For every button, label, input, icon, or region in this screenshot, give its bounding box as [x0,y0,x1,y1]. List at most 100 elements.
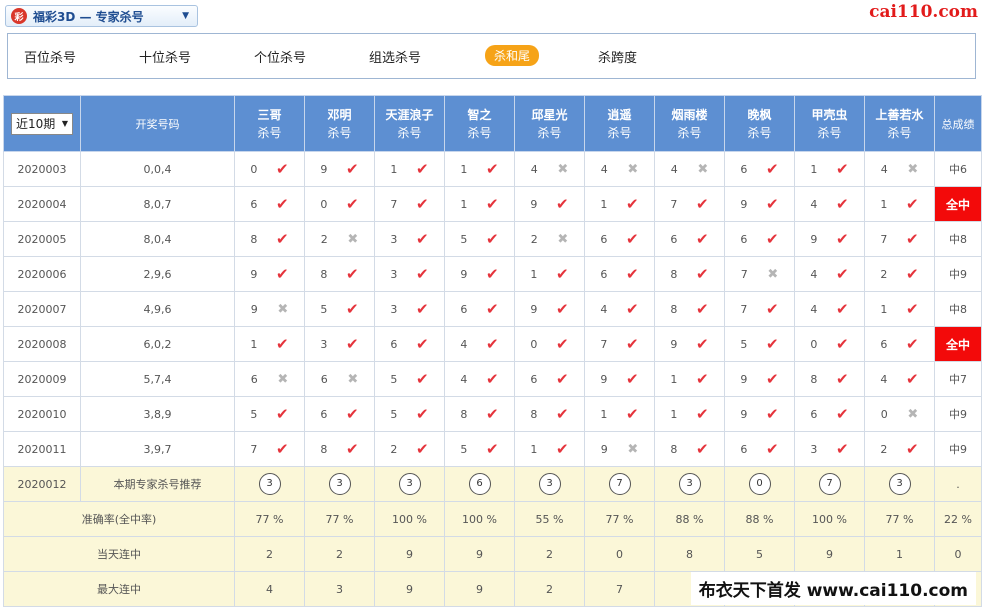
expert-name[interactable]: 三哥 [235,106,304,123]
kill-number: 6 [390,337,398,351]
kill-cell: 3 ✔ [374,221,445,257]
check-icon: ✔ [836,440,849,458]
recommend-cell: 3 [654,466,725,502]
kill-number: 1 [810,162,818,176]
kill-number: 8 [460,407,468,421]
kill-cell: 9 ✔ [584,361,655,397]
expert-header[interactable]: 邱星光 杀号 [514,95,585,152]
kill-cell: 5 ✔ [444,431,515,467]
check-icon: ✔ [766,335,779,353]
expert-sub-label: 杀号 [257,126,282,140]
recommend-number: 3 [398,473,421,495]
kill-cell: 2 ✖ [304,221,375,257]
expert-name[interactable]: 甲壳虫 [795,106,864,123]
expert-name[interactable]: 智之 [445,106,514,123]
tab-hundreds[interactable]: 百位杀号 [24,47,76,66]
kill-number: 4 [810,197,818,211]
check-icon: ✔ [416,405,429,423]
expert-header[interactable]: 三哥 杀号 [234,95,305,152]
table-row: 2020008 6,0,2 1 ✔ 3 ✔ 6 ✔ 4 ✔ 0 ✔ 7 ✔ 9 ✔ 5 ✔ 0 ✔ 6 ✔ 全中 [3,326,982,362]
expert-name[interactable]: 晚枫 [725,106,794,123]
expert-name[interactable]: 天涯浪子 [375,106,444,123]
expert-name[interactable]: 上善若水 [865,106,934,123]
kill-number: 8 [320,267,328,281]
kill-cell: 4 ✔ [584,291,655,327]
kill-number: 8 [810,372,818,386]
tab-units[interactable]: 个位杀号 [254,47,306,66]
kill-number: 1 [880,197,888,211]
kill-number: 1 [670,407,678,421]
site-logo[interactable]: cai110.com [869,2,978,22]
expert-name[interactable]: 邓明 [305,106,374,123]
period-select-value: 近10期 [16,117,56,131]
total-result: 中8 [934,291,982,327]
check-icon: ✔ [346,300,359,318]
total-result: 中6 [934,151,982,187]
max-streak-value: 2 [514,571,585,607]
expert-name[interactable]: 逍遥 [585,106,654,123]
expert-header[interactable]: 智之 杀号 [444,95,515,152]
draw-number: 6,0,2 [80,326,235,362]
check-icon: ✔ [556,300,569,318]
kill-number: 9 [250,267,258,281]
recommend-number: 3 [678,473,701,495]
kill-number: 3 [390,232,398,246]
current-streak-value: 2 [514,536,585,572]
kill-cell: 9 ✔ [654,326,725,362]
kill-cell: 6 ✔ [514,361,585,397]
current-streak-value: 2 [304,536,375,572]
cross-icon: ✖ [767,266,779,282]
check-icon: ✔ [696,265,709,283]
kill-cell: 8 ✔ [654,256,725,292]
kill-cell: 2 ✔ [374,431,445,467]
expert-header[interactable]: 甲壳虫 杀号 [794,95,865,152]
recommend-cell: 6 [444,466,515,502]
check-icon: ✔ [556,405,569,423]
max-streak-value: 9 [374,571,445,607]
expert-header[interactable]: 逍遥 杀号 [584,95,655,152]
expert-header[interactable]: 邓明 杀号 [304,95,375,152]
kill-cell: 1 ✔ [514,431,585,467]
kill-number: 3 [320,337,328,351]
kill-cell: 3 ✔ [794,431,865,467]
expert-header[interactable]: 烟雨楼 杀号 [654,95,725,152]
period-select[interactable]: 近10期 ▼ [11,112,73,135]
kill-cell: 6 ✔ [724,431,795,467]
check-icon: ✔ [836,160,849,178]
tab-span[interactable]: 杀跨度 [598,47,637,66]
expert-name[interactable]: 烟雨楼 [655,106,724,123]
kill-cell: 4 ✔ [444,326,515,362]
check-icon: ✔ [626,195,639,213]
kill-number: 6 [460,302,468,316]
check-icon: ✔ [766,440,779,458]
expert-header[interactable]: 天涯浪子 杀号 [374,95,445,152]
kill-number: 6 [810,407,818,421]
kill-cell: 6 ✔ [724,151,795,187]
chevron-down-icon: ▼ [182,11,189,21]
expert-header[interactable]: 晚枫 杀号 [724,95,795,152]
check-icon: ✔ [486,230,499,248]
kill-number: 4 [880,372,888,386]
tab-group[interactable]: 组选杀号 [369,47,421,66]
tab-sum-tail[interactable]: 杀和尾 [485,45,540,66]
accuracy-label: 准确率(全中率) [3,501,235,537]
expert-name[interactable]: 邱星光 [515,106,584,123]
kill-number: 0 [530,337,538,351]
max-streak-value: 3 [304,571,375,607]
lottery-selector[interactable]: 彩 福彩3D — 专家杀号 ▼ [5,5,198,27]
recommend-total: . [934,466,982,502]
check-icon: ✔ [276,265,289,283]
kill-number: 8 [530,407,538,421]
total-result: 中9 [934,396,982,432]
kill-cell: 1 ✔ [444,186,515,222]
table-row: 2020005 8,0,4 8 ✔ 2 ✖ 3 ✔ 5 ✔ 2 ✖ 6 ✔ 6 ✔ 6 ✔ 9 ✔ 7 ✔ 中8 [3,221,982,257]
kill-number: 1 [460,162,468,176]
table-row: 2020010 3,8,9 5 ✔ 6 ✔ 5 ✔ 8 ✔ 8 ✔ 1 ✔ 1 ✔ 9 ✔ 6 ✔ 0 ✖ 中9 [3,396,982,432]
check-icon: ✔ [416,160,429,178]
check-icon: ✔ [486,440,499,458]
expert-header[interactable]: 上善若水 杀号 [864,95,935,152]
max-streak-value: 7 [584,571,655,607]
total-result: 中8 [934,221,982,257]
check-icon: ✔ [416,265,429,283]
tab-tens[interactable]: 十位杀号 [139,47,191,66]
